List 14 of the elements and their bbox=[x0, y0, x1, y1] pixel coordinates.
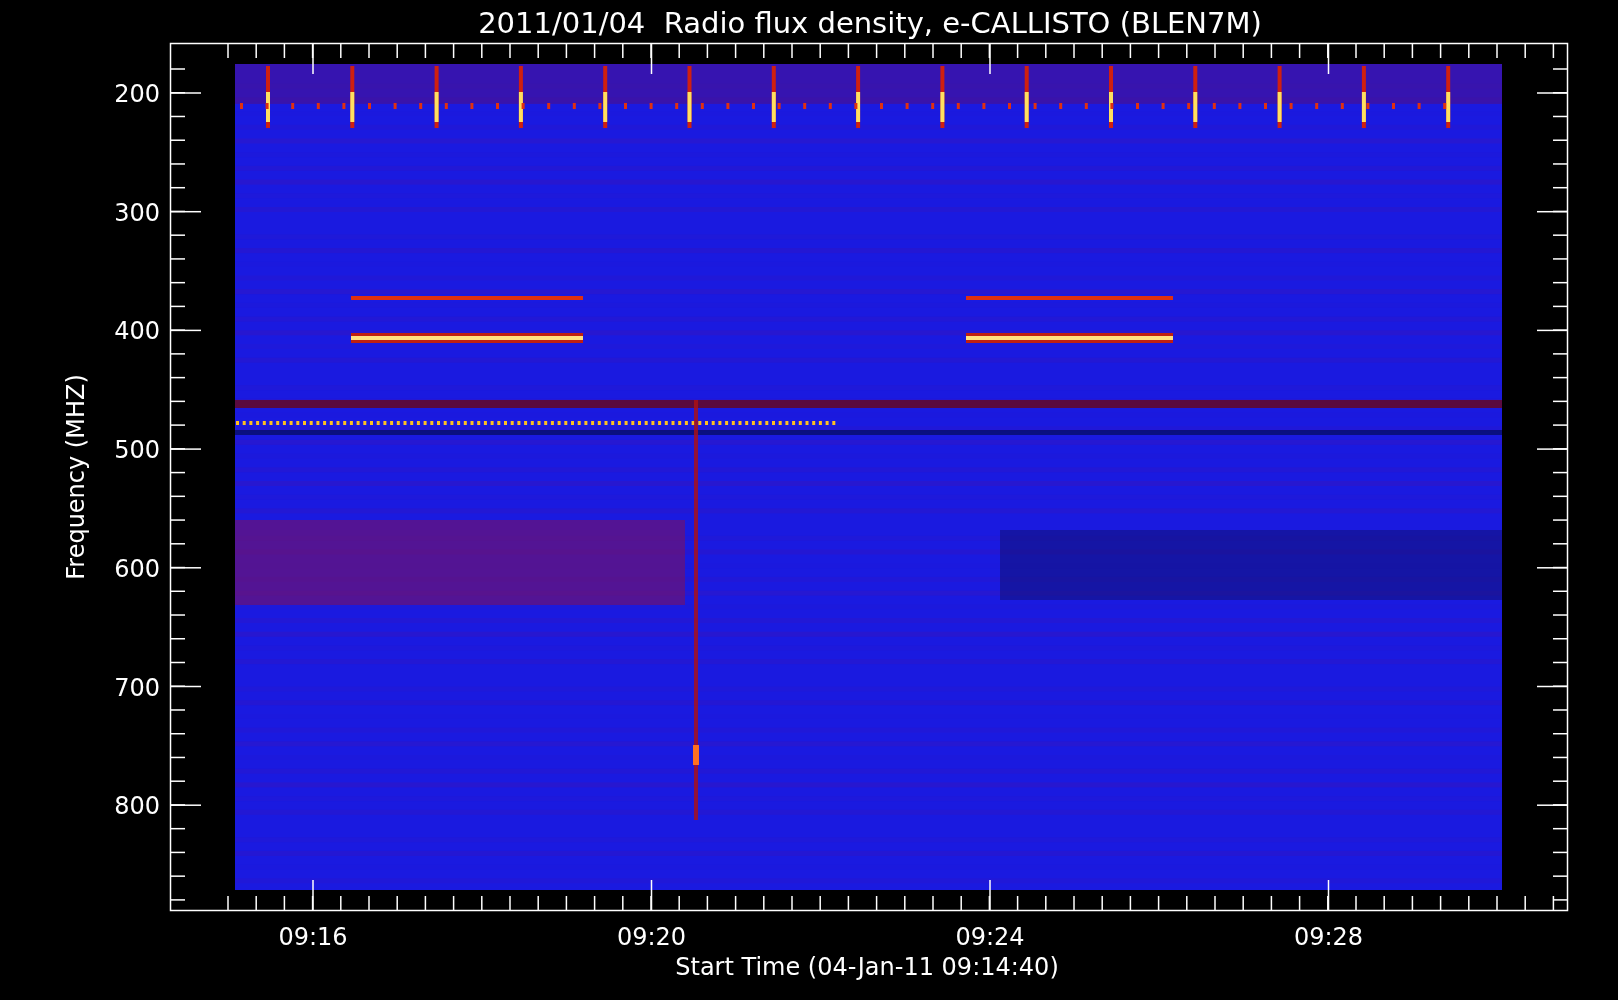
y-axis-title: Frequency (MHZ) bbox=[62, 374, 90, 580]
y-tick-label: 800 bbox=[114, 792, 160, 821]
x-tick-label: 09:20 bbox=[616, 923, 687, 951]
y-tick-label: 300 bbox=[114, 198, 160, 227]
y-tick-label: 500 bbox=[114, 436, 160, 465]
x-tick-label: 09:16 bbox=[278, 923, 348, 951]
x-axis-title: Start Time (04-Jan-11 09:14:40) bbox=[675, 953, 1059, 981]
y-tick-label: 700 bbox=[114, 673, 160, 702]
chart-title: 2011/01/04 Radio flux density, e-CALLISTO (BLEN7M) bbox=[478, 6, 1262, 40]
x-tick-label: 09:24 bbox=[955, 923, 1025, 951]
y-tick-label: 400 bbox=[114, 317, 160, 346]
x-tick-label: 09:28 bbox=[1293, 923, 1364, 951]
y-tick-label: 200 bbox=[114, 80, 160, 108]
y-tick-label: 600 bbox=[114, 554, 160, 583]
